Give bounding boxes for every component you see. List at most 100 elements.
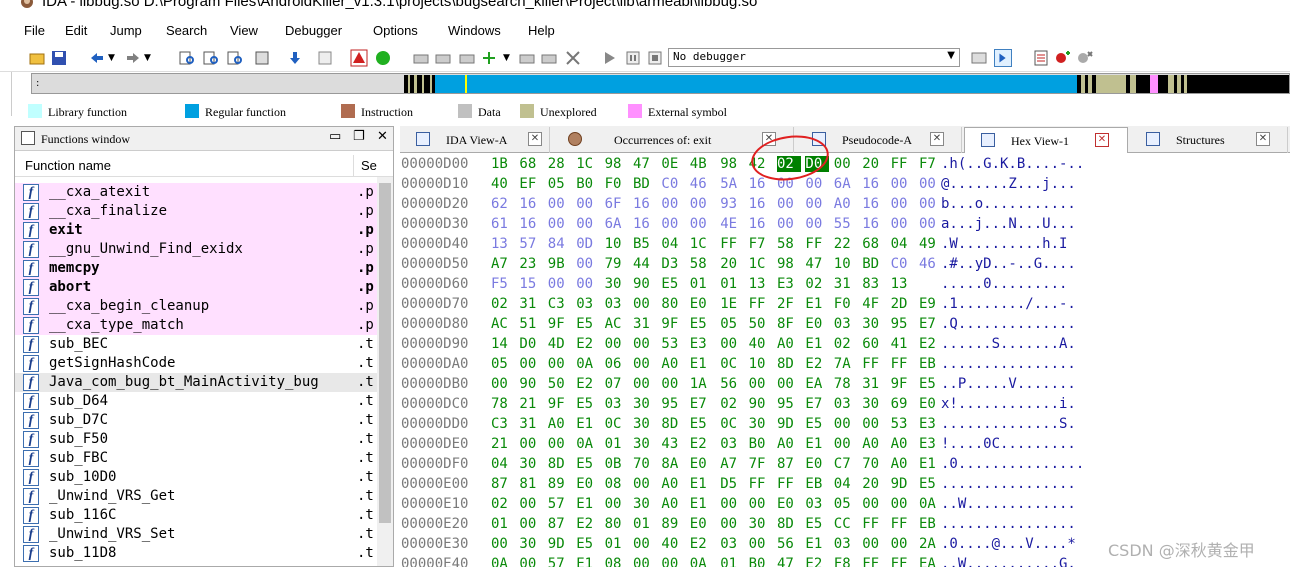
hex-byte[interactable]: 30 — [862, 316, 886, 332]
hex-byte[interactable]: E2 — [919, 336, 943, 352]
hex-byte[interactable]: 03 — [834, 536, 858, 552]
hex-byte[interactable]: 05 — [834, 496, 858, 512]
hex-byte[interactable]: 13 — [749, 276, 773, 292]
function-row[interactable]: f getSignHashCode .t — [15, 354, 377, 373]
hex-byte[interactable]: 03 — [605, 296, 629, 312]
debug-attach-icon[interactable] — [994, 49, 1012, 67]
function-row[interactable]: f sub_FBC .t — [15, 449, 377, 468]
hex-byte[interactable]: 40 — [661, 536, 685, 552]
hex-byte[interactable]: 00 — [633, 376, 657, 392]
hex-byte[interactable]: 43 — [661, 436, 685, 452]
hex-byte[interactable]: 81 — [519, 476, 543, 492]
hex-byte[interactable]: E0 — [919, 396, 943, 412]
hex-byte[interactable]: 03 — [834, 316, 858, 332]
hex-byte[interactable]: F8 — [834, 556, 858, 567]
hex-byte[interactable]: A0 — [661, 356, 685, 372]
column-segment[interactable]: Se — [361, 158, 377, 173]
hex-byte[interactable]: EF — [519, 176, 543, 192]
hex-byte[interactable]: 9D — [891, 476, 915, 492]
hex-byte[interactable]: FF — [891, 516, 915, 532]
hex-byte[interactable]: 03 — [720, 436, 744, 452]
menu-search[interactable]: Search — [166, 23, 207, 38]
function-row[interactable]: f abort .p — [15, 278, 377, 297]
hex-byte[interactable]: 30 — [862, 396, 886, 412]
hex-byte[interactable]: FF — [720, 236, 744, 252]
hex-byte[interactable]: 57 — [548, 496, 572, 512]
function-row[interactable]: f sub_116C .t — [15, 506, 377, 525]
hex-byte[interactable]: 58 — [690, 256, 714, 272]
hex-byte[interactable]: 03 — [834, 396, 858, 412]
hex-byte[interactable]: 70 — [862, 456, 886, 472]
hex-byte[interactable]: 30 — [749, 516, 773, 532]
hex-byte[interactable]: 50 — [749, 316, 773, 332]
warning-icon[interactable] — [350, 49, 368, 67]
hex-byte[interactable]: E0 — [805, 316, 829, 332]
hex-byte[interactable]: 31 — [519, 296, 543, 312]
debugger-select[interactable]: No debugger ▼ — [668, 48, 960, 67]
hex-byte[interactable]: 40 — [491, 176, 515, 192]
hex-byte[interactable]: 00 — [805, 216, 829, 232]
hex-byte[interactable]: E9 — [919, 296, 943, 312]
hex-byte[interactable]: 00 — [633, 556, 657, 567]
hex-byte[interactable]: 0A — [491, 556, 515, 567]
hex-byte[interactable]: 0C — [720, 416, 744, 432]
function-row[interactable]: f memcpy .p — [15, 259, 377, 278]
hex-byte[interactable]: 78 — [834, 376, 858, 392]
hex-byte[interactable]: 4B — [690, 156, 714, 172]
close-icon[interactable]: ✕ — [930, 132, 944, 146]
forward-dropdown-icon[interactable]: ▼ — [144, 53, 162, 71]
hex-byte[interactable]: 7A — [834, 356, 858, 372]
array-icon[interactable] — [540, 49, 558, 67]
hex-byte[interactable]: 53 — [891, 416, 915, 432]
hex-byte[interactable]: 7F — [749, 456, 773, 472]
hex-byte[interactable]: 9F — [548, 316, 572, 332]
hex-byte[interactable]: 89 — [548, 476, 572, 492]
hex-byte[interactable]: 0A — [576, 436, 600, 452]
hex-byte[interactable]: E2 — [805, 356, 829, 372]
hex-byte[interactable]: 90 — [749, 396, 773, 412]
function-row[interactable]: f sub_D7C .t — [15, 411, 377, 430]
hex-byte[interactable]: A0 — [777, 436, 801, 452]
hex-byte[interactable]: 6F — [605, 196, 629, 212]
hex-byte[interactable]: 00 — [661, 196, 685, 212]
hex-byte[interactable]: E5 — [576, 316, 600, 332]
hex-byte[interactable]: FF — [891, 556, 915, 567]
hex-byte[interactable]: 47 — [805, 256, 829, 272]
hex-byte[interactable]: F0 — [605, 176, 629, 192]
hex-byte[interactable]: 56 — [720, 376, 744, 392]
hex-byte[interactable]: E5 — [919, 476, 943, 492]
binary-search-icon[interactable] — [178, 49, 196, 67]
hex-byte[interactable]: 41 — [891, 336, 915, 352]
hex-byte[interactable]: E0 — [576, 476, 600, 492]
hex-byte[interactable]: 00 — [548, 216, 572, 232]
hex-byte[interactable]: 93 — [720, 196, 744, 212]
hex-byte[interactable]: 03 — [576, 296, 600, 312]
hex-byte[interactable]: 14 — [491, 336, 515, 352]
hex-byte[interactable]: 04 — [834, 476, 858, 492]
menu-edit[interactable]: Edit — [65, 23, 87, 38]
hex-byte[interactable]: E1 — [805, 296, 829, 312]
hex-byte[interactable]: 00 — [548, 276, 572, 292]
hex-byte[interactable]: 2F — [777, 296, 801, 312]
hex-byte[interactable]: 57 — [548, 556, 572, 567]
hex-byte[interactable]: 8D — [548, 456, 572, 472]
function-row[interactable]: f sub_F50 .t — [15, 430, 377, 449]
close-icon[interactable]: ✕ — [1095, 133, 1109, 147]
hex-byte[interactable]: 01 — [690, 276, 714, 292]
hex-byte[interactable]: AC — [605, 316, 629, 332]
hex-byte[interactable]: D3 — [661, 256, 685, 272]
hex-byte[interactable]: 00 — [777, 216, 801, 232]
graph-icon[interactable] — [316, 49, 334, 67]
hex-byte[interactable]: E1 — [919, 456, 943, 472]
hex-byte[interactable]: 00 — [690, 196, 714, 212]
hex-byte[interactable]: E0 — [690, 516, 714, 532]
hex-byte[interactable]: B0 — [749, 556, 773, 567]
hex-byte[interactable]: 13 — [891, 276, 915, 292]
hex-byte[interactable]: 16 — [862, 176, 886, 192]
hex-byte[interactable]: 00 — [919, 216, 943, 232]
stop-icon[interactable] — [646, 49, 664, 67]
hex-byte[interactable]: 00 — [633, 476, 657, 492]
hex-byte[interactable]: 03 — [605, 396, 629, 412]
hex-byte[interactable]: 90 — [519, 376, 543, 392]
hex-byte[interactable]: 0C — [605, 416, 629, 432]
